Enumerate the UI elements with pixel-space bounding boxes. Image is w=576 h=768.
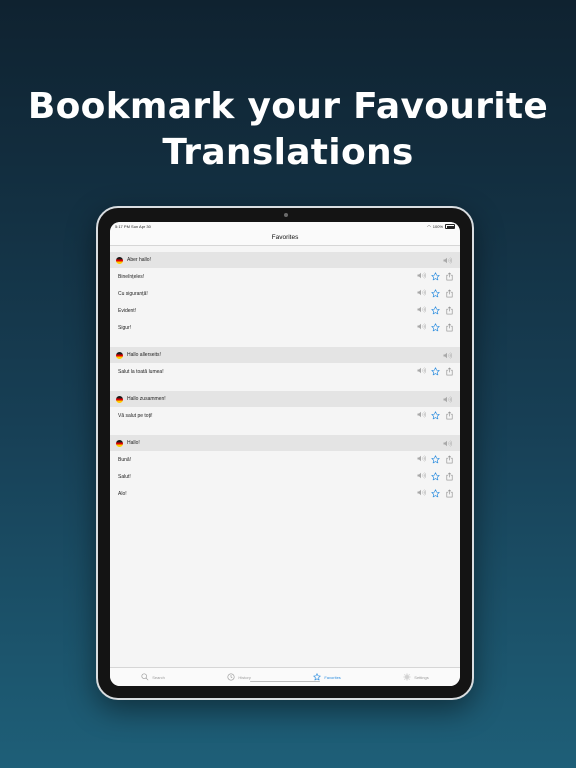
star-icon[interactable] [431,306,440,315]
german-flag-icon [116,439,123,447]
speaker-icon[interactable] [443,395,452,403]
share-icon[interactable] [445,367,454,376]
favorite-group: Hallo zusammen! Vă salut pe toți! [110,391,460,424]
battery-icon [445,224,455,229]
translation-row[interactable]: Alo! [110,485,460,502]
speaker-icon[interactable] [417,411,426,420]
group-header: Aber hallo! [110,252,460,268]
translation-text: Salut! [118,473,131,480]
share-icon[interactable] [445,306,454,315]
translation-text: Sigur! [118,324,132,331]
share-icon[interactable] [445,323,454,332]
translation-text: Bineînțeles! [118,273,145,280]
clock-icon [227,673,235,681]
headline-line-2: Translations [162,132,414,173]
tab-label: Settings [414,674,429,680]
tab-label: Favorites [324,674,341,680]
speaker-icon[interactable] [443,256,452,264]
german-flag-icon [116,351,123,359]
share-icon[interactable] [445,489,454,498]
tab-history[interactable]: History [227,673,251,681]
speaker-icon[interactable] [417,289,426,298]
headline-line-1: Bookmark your Favourite [27,86,549,127]
star-icon[interactable] [431,455,440,464]
tab-label: Search [152,674,165,680]
star-icon[interactable] [431,272,440,281]
speaker-icon[interactable] [417,272,426,281]
group-header: Hallo! [110,435,460,451]
translation-row[interactable]: Salut la toată lumea! [110,363,460,380]
gear-icon [403,673,411,681]
translation-row[interactable]: Cu siguranță! [110,285,460,302]
search-icon [141,673,149,681]
translation-text: Cu siguranță! [118,290,148,297]
status-bar: 5:17 PM Sun Apr 30 ◠ 100% [110,222,460,231]
speaker-icon[interactable] [443,439,452,447]
translation-text: Salut la toată lumea! [118,368,164,375]
source-phrase: Hallo! [127,440,140,446]
star-icon[interactable] [431,323,440,332]
tab-settings[interactable]: Settings [403,673,429,681]
speaker-icon[interactable] [417,472,426,481]
tablet-frame: 5:17 PM Sun Apr 30 ◠ 100% Favorites Aber… [96,206,474,700]
status-date: Sun Apr 30 [131,224,151,229]
german-flag-icon [116,256,123,264]
translation-row[interactable]: Bună! [110,451,460,468]
speaker-icon[interactable] [417,367,426,376]
share-icon[interactable] [445,472,454,481]
speaker-icon[interactable] [417,489,426,498]
favorite-group: Aber hallo! Bineînțeles! Cu siguranță! Evid… [110,252,460,336]
translation-row[interactable]: Sigur! [110,319,460,336]
star-icon[interactable] [431,367,440,376]
translation-text: Vă salut pe toți! [118,412,153,419]
page-title: Favorites [110,231,460,246]
share-icon[interactable] [445,272,454,281]
source-phrase: Aber hallo! [127,257,151,263]
translation-row[interactable]: Evident! [110,302,460,319]
battery-percent: 100% [432,224,443,229]
translation-row[interactable]: Bineînțeles! [110,268,460,285]
tab-search[interactable]: Search [141,673,165,681]
favorites-list: Aber hallo! Bineînțeles! Cu siguranță! Evid… [110,246,460,502]
status-time: 5:17 PM [115,224,130,229]
share-icon[interactable] [445,455,454,464]
star-icon[interactable] [431,489,440,498]
tab-favorites[interactable]: Favorites [313,673,341,681]
favorite-group: Hallo allerseits! Salut la toată lumea! [110,347,460,380]
translation-text: Bună! [118,456,132,463]
camera-dot [284,213,288,217]
source-phrase: Hallo zusammen! [127,396,166,402]
group-header: Hallo allerseits! [110,347,460,363]
tab-label: History [238,674,251,680]
favorite-group: Hallo! Bună! Salut! Alo! [110,435,460,502]
star-icon[interactable] [431,472,440,481]
translation-text: Alo! [118,490,127,497]
wifi-icon: ◠ [427,224,431,229]
translation-text: Evident! [118,307,137,314]
share-icon[interactable] [445,411,454,420]
app-screen: 5:17 PM Sun Apr 30 ◠ 100% Favorites Aber… [110,222,460,686]
home-indicator [250,680,320,682]
share-icon[interactable] [445,289,454,298]
speaker-icon[interactable] [443,351,452,359]
tab-bar: Search History Favorites Settings [110,667,460,686]
star-icon[interactable] [431,411,440,420]
speaker-icon[interactable] [417,323,426,332]
german-flag-icon [116,395,123,403]
translation-row[interactable]: Vă salut pe toți! [110,407,460,424]
star-icon[interactable] [431,289,440,298]
headline: Bookmark your Favourite Translations [0,84,576,176]
star-icon [313,673,322,681]
source-phrase: Hallo allerseits! [127,352,161,358]
group-header: Hallo zusammen! [110,391,460,407]
translation-row[interactable]: Salut! [110,468,460,485]
speaker-icon[interactable] [417,306,426,315]
speaker-icon[interactable] [417,455,426,464]
